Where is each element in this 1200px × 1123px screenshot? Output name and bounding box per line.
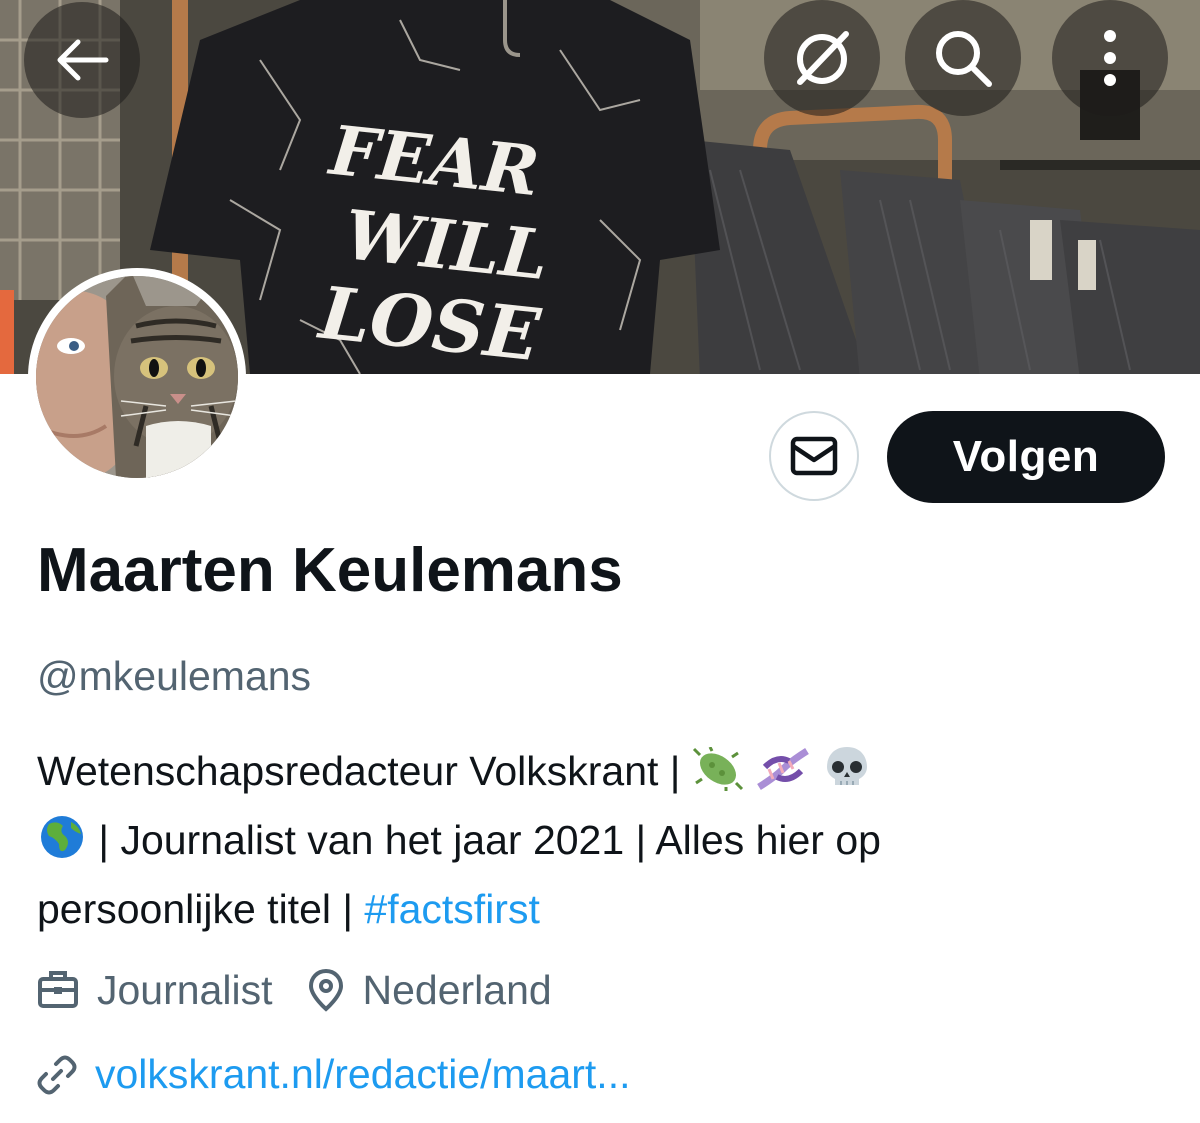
avatar[interactable] bbox=[28, 268, 246, 486]
bio-line-3: persoonlijke titel | #factsfirst bbox=[37, 878, 1157, 941]
globe-emoji-icon bbox=[37, 814, 87, 878]
profile-page: FEAR WILL LOSE Volgen Maarten Keulemans … bbox=[0, 0, 1200, 1123]
search-icon bbox=[936, 31, 992, 87]
profession-item: Journalist bbox=[37, 966, 273, 1013]
grok-button[interactable] bbox=[764, 0, 880, 116]
grok-slash-circle-icon bbox=[797, 31, 849, 85]
more-vertical-icon bbox=[1104, 30, 1116, 86]
skull-emoji-icon bbox=[823, 743, 871, 809]
profession-label: Journalist bbox=[97, 966, 273, 1013]
bio-text-3: persoonlijke titel | bbox=[37, 886, 365, 932]
search-button[interactable] bbox=[905, 0, 1021, 116]
profile-handle: @mkeulemans bbox=[37, 653, 312, 699]
briefcase-icon bbox=[38, 971, 78, 1008]
back-button[interactable] bbox=[24, 2, 140, 118]
envelope-icon bbox=[790, 436, 838, 476]
profile-bio: Wetenschapsredacteur Volkskrant | | Jour… bbox=[37, 740, 1157, 941]
dna-emoji-icon bbox=[755, 746, 811, 809]
message-button[interactable] bbox=[769, 411, 859, 501]
location-label: Nederland bbox=[362, 966, 552, 1013]
microbe-emoji-icon bbox=[692, 746, 744, 809]
bio-text-2: | Journalist van het jaar 2021 | Alles h… bbox=[98, 817, 881, 863]
website-row: volkskrant.nl/redactie/maart... bbox=[37, 1054, 630, 1095]
bio-line-2: | Journalist van het jaar 2021 | Alles h… bbox=[37, 809, 1157, 878]
more-options-button[interactable] bbox=[1052, 0, 1168, 116]
link-icon bbox=[37, 1055, 77, 1094]
location-item: Nederland bbox=[308, 966, 552, 1013]
bio-line-1: Wetenschapsredacteur Volkskrant | bbox=[37, 740, 1157, 809]
arrow-left-icon bbox=[57, 39, 109, 81]
bio-text-1: Wetenschapsredacteur Volkskrant | bbox=[37, 748, 692, 794]
hashtag-link[interactable]: #factsfirst bbox=[364, 886, 539, 932]
profile-meta: Journalist Nederland bbox=[37, 968, 552, 1012]
location-pin-icon bbox=[309, 968, 344, 1012]
avatar-photo bbox=[36, 276, 238, 478]
follow-button[interactable]: Volgen bbox=[887, 411, 1165, 503]
website-link[interactable]: volkskrant.nl/redactie/maart... bbox=[95, 1054, 630, 1095]
display-name: Maarten Keulemans bbox=[37, 536, 623, 605]
